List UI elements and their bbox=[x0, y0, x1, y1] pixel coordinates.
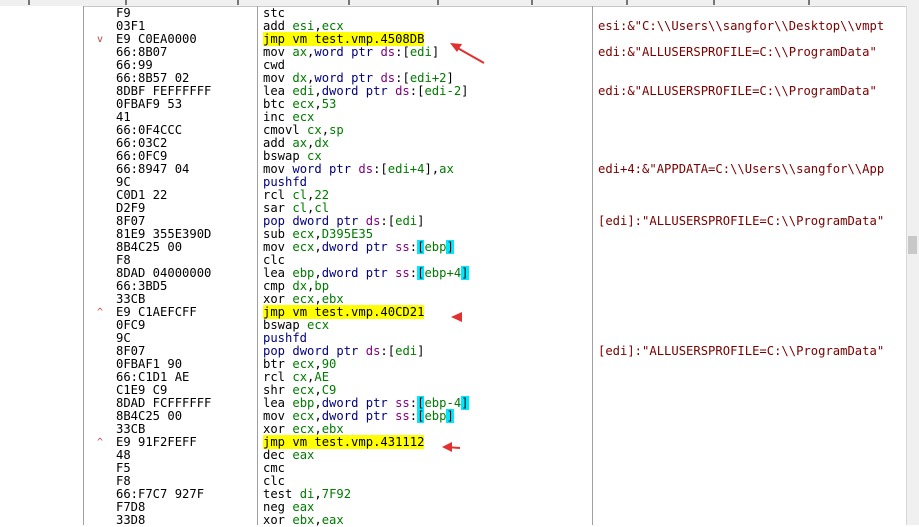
annotation-layer bbox=[442, 43, 485, 452]
red-arrow-icon bbox=[442, 442, 461, 452]
red-arrow-icon bbox=[451, 312, 462, 322]
red-arrow-icon bbox=[450, 43, 485, 64]
